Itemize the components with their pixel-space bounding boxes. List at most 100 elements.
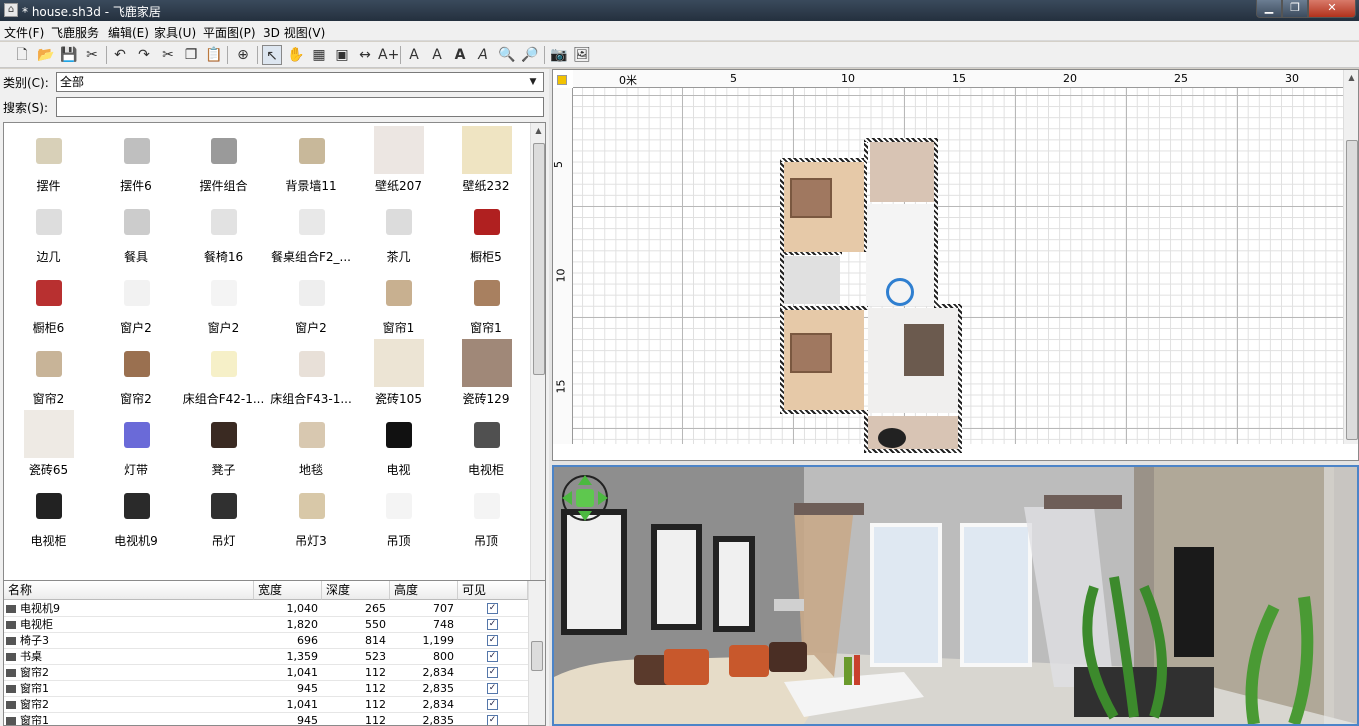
catalog-item[interactable]: 床组合F42-1...: [180, 337, 267, 408]
table-row[interactable]: 窗帘1 945 112 2,835 ✓: [4, 681, 528, 697]
catalog-item[interactable]: 边几: [5, 195, 92, 266]
menu-file[interactable]: 文件(F): [4, 24, 44, 41]
maximize-button[interactable]: ❐: [1282, 0, 1308, 18]
photo-icon[interactable]: 🖼: [572, 45, 592, 65]
create-dimensions-icon[interactable]: ↔: [355, 45, 375, 65]
col-width[interactable]: 宽度: [254, 581, 322, 600]
catalog-item[interactable]: 摆件组合: [180, 124, 267, 195]
3d-view[interactable]: [552, 465, 1359, 726]
new-file-icon[interactable]: 🗋: [12, 45, 32, 65]
catalog-item[interactable]: 橱柜5: [443, 195, 530, 266]
visible-checkbox[interactable]: ✓: [487, 699, 498, 710]
catalog-item[interactable]: 吊顶: [443, 479, 530, 550]
bed-2[interactable]: [790, 333, 832, 373]
add-text-icon[interactable]: A+: [378, 45, 399, 65]
undo-icon[interactable]: ↶: [110, 45, 130, 65]
category-select[interactable]: 全部 ▼: [56, 72, 544, 92]
paste-icon[interactable]: 📋: [204, 45, 224, 65]
wall[interactable]: [780, 158, 784, 413]
open-icon[interactable]: 📂: [36, 45, 56, 65]
bed-1[interactable]: [790, 178, 832, 218]
navigation-arrows-icon[interactable]: [560, 473, 610, 523]
catalog-item[interactable]: 橱柜6: [5, 266, 92, 337]
catalog-item[interactable]: 窗户2: [268, 266, 355, 337]
text-bold-icon[interactable]: A: [450, 45, 470, 65]
catalog-item[interactable]: 瓷砖129: [443, 337, 530, 408]
col-name[interactable]: 名称: [4, 581, 254, 600]
scissors-icon[interactable]: ✂: [158, 45, 178, 65]
table-row[interactable]: 窗帘2 1,041 112 2,834 ✓: [4, 665, 528, 681]
catalog-item[interactable]: 窗帘2: [93, 337, 180, 408]
col-height[interactable]: 高度: [390, 581, 458, 600]
visible-checkbox[interactable]: ✓: [487, 635, 498, 646]
visible-checkbox[interactable]: ✓: [487, 715, 498, 725]
menu-edit[interactable]: 编辑(E): [108, 24, 149, 41]
catalog-item[interactable]: 窗户2: [93, 266, 180, 337]
zoom-in-icon[interactable]: 🔍: [497, 45, 517, 65]
menu-feilu-service[interactable]: 飞鹿服务: [51, 24, 99, 41]
wall[interactable]: [780, 306, 868, 310]
scroll-up-icon[interactable]: ▲: [1344, 70, 1358, 86]
wall[interactable]: [864, 449, 962, 453]
minimize-button[interactable]: ▁: [1256, 0, 1282, 18]
menu-furniture[interactable]: 家具(U): [154, 24, 196, 41]
plan-scrollbar-v[interactable]: ▲: [1343, 70, 1358, 444]
text-style-icon[interactable]: A: [404, 45, 424, 65]
catalog-item[interactable]: 壁纸232: [443, 124, 530, 195]
wall[interactable]: [934, 138, 938, 308]
catalog-item[interactable]: 瓷砖65: [5, 408, 92, 479]
room-kitchen[interactable]: [870, 142, 934, 202]
room-bathroom[interactable]: [784, 256, 840, 304]
catalog-scrollbar[interactable]: ▲ ▼: [530, 123, 545, 637]
close-button[interactable]: ✕: [1308, 0, 1356, 18]
wall[interactable]: [958, 304, 962, 452]
select-arrow-icon[interactable]: ↖: [262, 45, 282, 65]
wall[interactable]: [864, 410, 868, 452]
wall[interactable]: [864, 162, 867, 252]
cut-icon[interactable]: ✂: [82, 45, 102, 65]
plan-scroll-thumb[interactable]: [1346, 140, 1358, 440]
create-rooms-icon[interactable]: ▣: [332, 45, 352, 65]
wall[interactable]: [864, 138, 938, 142]
visible-checkbox[interactable]: ✓: [487, 651, 498, 662]
copy-icon[interactable]: ❐: [181, 45, 201, 65]
scroll-thumb[interactable]: [533, 143, 545, 375]
scroll-up-icon[interactable]: ▲: [531, 123, 545, 139]
catalog-item[interactable]: 餐具: [93, 195, 180, 266]
table-scroll-thumb[interactable]: [531, 641, 543, 671]
catalog-item[interactable]: 窗帘1: [355, 266, 442, 337]
catalog-item[interactable]: 背景墙11: [268, 124, 355, 195]
catalog-item[interactable]: 窗户2: [180, 266, 267, 337]
table-row[interactable]: 椅子3 696 814 1,199 ✓: [4, 633, 528, 649]
pan-hand-icon[interactable]: ✋: [286, 45, 306, 65]
table-row[interactable]: 窗帘2 1,041 112 2,834 ✓: [4, 697, 528, 713]
create-walls-icon[interactable]: ▦: [309, 45, 329, 65]
catalog-item[interactable]: 电视机9: [93, 479, 180, 550]
catalog-item[interactable]: 摆件6: [93, 124, 180, 195]
visible-checkbox[interactable]: ✓: [487, 619, 498, 630]
visible-checkbox[interactable]: ✓: [487, 603, 498, 614]
table-scrollbar[interactable]: [528, 581, 545, 725]
catalog-item[interactable]: 电视柜: [5, 479, 92, 550]
catalog-item[interactable]: 地毯: [268, 408, 355, 479]
add-furniture-icon[interactable]: ⊕: [233, 45, 253, 65]
visible-checkbox[interactable]: ✓: [487, 683, 498, 694]
text-italic-icon[interactable]: A: [473, 45, 493, 65]
camera-icon[interactable]: 📷: [549, 45, 569, 65]
catalog-item[interactable]: 摆件: [5, 124, 92, 195]
table-row[interactable]: 书桌 1,359 523 800 ✓: [4, 649, 528, 665]
catalog-item[interactable]: 餐椅16: [180, 195, 267, 266]
wall[interactable]: [780, 410, 868, 414]
redo-icon[interactable]: ↷: [134, 45, 154, 65]
catalog-item[interactable]: 壁纸207: [355, 124, 442, 195]
text-size-icon[interactable]: A: [427, 45, 447, 65]
zoom-out-icon[interactable]: 🔎: [520, 45, 540, 65]
plan-view[interactable]: 0米 5 10 15 20 25 30 5 10 15 ▲: [552, 69, 1359, 461]
wall[interactable]: [780, 252, 842, 255]
table-row[interactable]: 电视柜 1,820 550 748 ✓: [4, 617, 528, 633]
visible-checkbox[interactable]: ✓: [487, 667, 498, 678]
plan-grid[interactable]: [573, 88, 1343, 453]
round-table[interactable]: [878, 428, 906, 448]
save-icon[interactable]: 💾: [59, 45, 79, 65]
catalog-item[interactable]: 茶几: [355, 195, 442, 266]
